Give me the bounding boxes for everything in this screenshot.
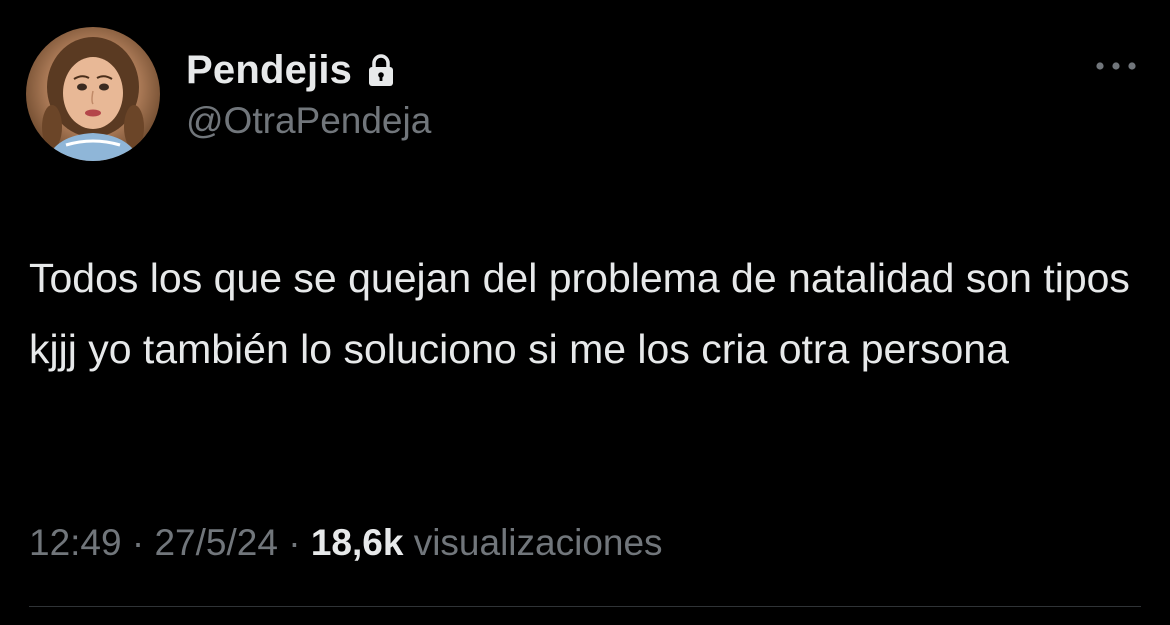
more-options-icon[interactable] — [1094, 54, 1138, 78]
divider — [29, 606, 1141, 607]
views-count[interactable]: 18,6k — [311, 522, 404, 563]
separator-dot: · — [288, 522, 301, 563]
lock-icon — [366, 53, 396, 87]
display-name[interactable]: Pendejis — [186, 48, 352, 93]
separator-dot: · — [131, 522, 145, 563]
tweet-date[interactable]: 27/5/24 — [154, 522, 277, 563]
author-name-row: Pendejis — [186, 44, 396, 96]
author-avatar[interactable] — [26, 27, 160, 161]
views-label: visualizaciones — [413, 522, 663, 563]
tweet-text: Todos los que se quejan del problema de … — [29, 255, 1142, 372]
profile-photo-icon — [42, 37, 144, 161]
tweet-card: Pendejis @OtraPendeja Todos los que se q… — [0, 0, 1170, 625]
tweet-metadata: 12:49 · 27/5/24 · 18,6k visualizaciones — [29, 522, 663, 564]
author-handle[interactable]: @OtraPendeja — [186, 100, 431, 142]
tweet-time[interactable]: 12:49 — [29, 522, 122, 563]
